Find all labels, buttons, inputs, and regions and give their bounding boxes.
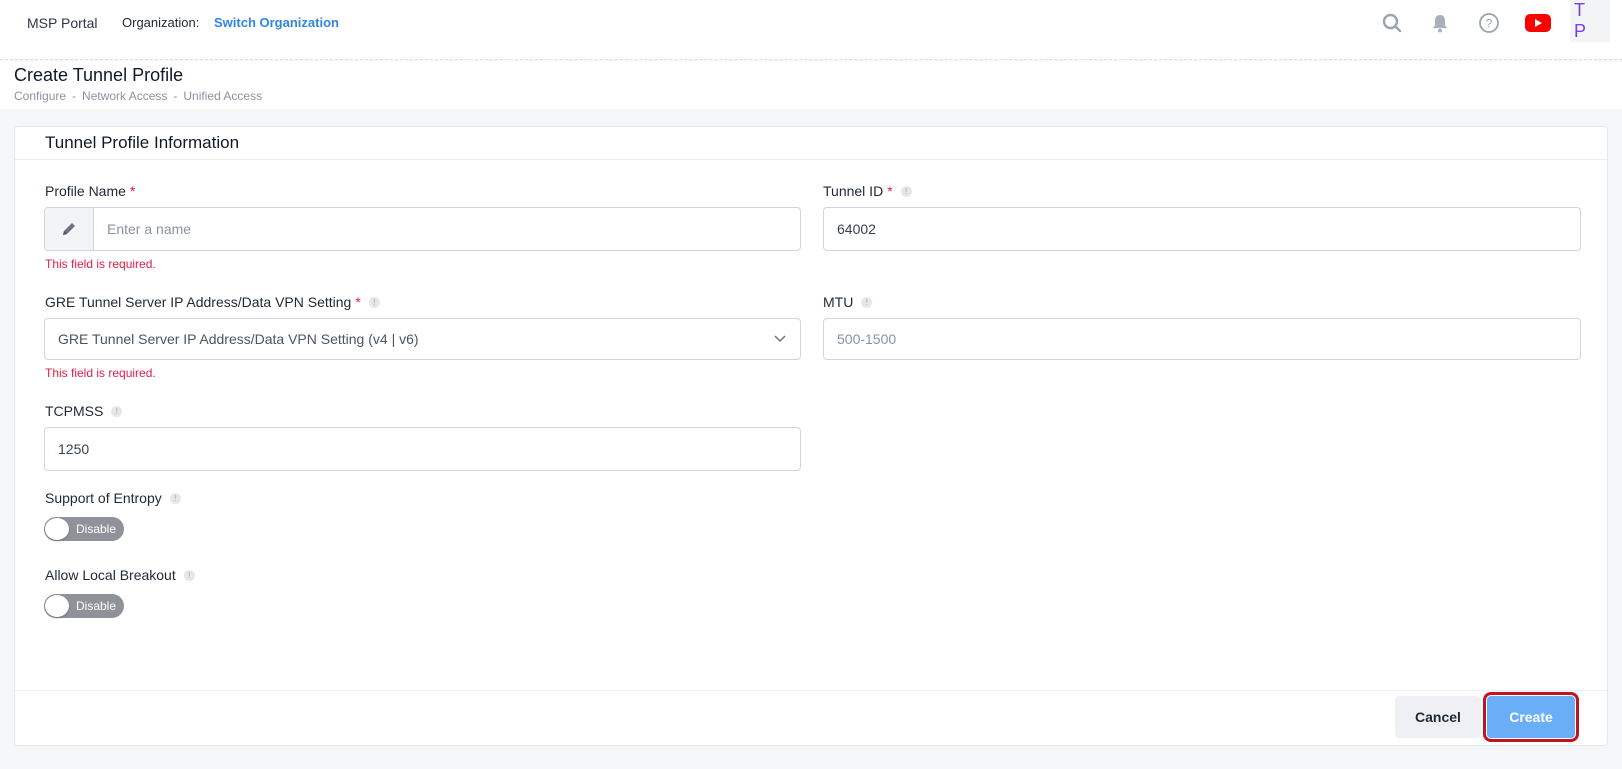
tcpmss-input[interactable] bbox=[45, 428, 800, 470]
mtu-label: MTU ! bbox=[823, 294, 873, 310]
info-icon[interactable]: ! bbox=[183, 569, 195, 581]
gre-server-label: GRE Tunnel Server IP Address/Data VPN Se… bbox=[45, 294, 380, 310]
breadcrumb-separator: - bbox=[72, 89, 77, 103]
info-icon[interactable]: ! bbox=[169, 492, 181, 504]
mtu-label-text: MTU bbox=[823, 294, 854, 310]
profile-name-error: This field is required. bbox=[45, 257, 156, 271]
breadcrumb-configure[interactable]: Configure bbox=[14, 89, 66, 103]
info-icon[interactable]: ! bbox=[368, 296, 380, 308]
card-title: Tunnel Profile Information bbox=[45, 133, 240, 152]
tunnel-id-label: Tunnel ID * ! bbox=[823, 183, 912, 199]
breadcrumb: Configure - Network Access - Unified Acc… bbox=[14, 89, 262, 103]
bell-icon[interactable] bbox=[1427, 10, 1453, 36]
page-header: Create Tunnel Profile Configure - Networ… bbox=[0, 61, 1622, 109]
tunnel-profile-card: Tunnel Profile Information Profile Name … bbox=[14, 126, 1608, 746]
breadcrumb-separator: - bbox=[173, 89, 178, 103]
info-icon[interactable]: ! bbox=[900, 185, 912, 197]
mtu-field[interactable] bbox=[823, 318, 1581, 360]
info-icon[interactable]: ! bbox=[861, 296, 873, 308]
svg-text:?: ? bbox=[1486, 17, 1493, 31]
youtube-icon[interactable] bbox=[1525, 10, 1551, 36]
breadcrumb-network-access[interactable]: Network Access bbox=[82, 89, 167, 103]
entropy-label-text: Support of Entropy bbox=[45, 490, 162, 506]
organization-label: Organization: bbox=[122, 15, 200, 30]
cancel-button[interactable]: Cancel bbox=[1395, 696, 1481, 738]
entropy-toggle[interactable]: Disable bbox=[44, 517, 124, 541]
tunnel-id-input[interactable] bbox=[824, 208, 1580, 250]
toggle-knob bbox=[45, 595, 69, 617]
tunnel-id-label-text: Tunnel ID bbox=[823, 183, 884, 199]
breadcrumb-unified-access: Unified Access bbox=[183, 89, 263, 103]
gre-server-select[interactable]: GRE Tunnel Server IP Address/Data VPN Se… bbox=[44, 318, 801, 360]
brand-name[interactable]: MSP Portal bbox=[27, 15, 98, 31]
required-mark: * bbox=[887, 183, 893, 199]
switch-organization-link[interactable]: Switch Organization bbox=[214, 15, 339, 30]
user-avatar[interactable]: T P bbox=[1570, 0, 1610, 42]
tunnel-id-field[interactable] bbox=[823, 207, 1581, 251]
entropy-label: Support of Entropy ! bbox=[45, 490, 181, 506]
profile-name-field[interactable] bbox=[44, 207, 801, 251]
local-breakout-toggle[interactable]: Disable bbox=[44, 594, 124, 618]
search-icon[interactable] bbox=[1379, 10, 1405, 36]
mtu-input[interactable] bbox=[824, 319, 1580, 359]
gre-server-error: This field is required. bbox=[45, 366, 156, 380]
toggle-knob bbox=[45, 518, 69, 540]
chevron-down-icon[interactable] bbox=[760, 335, 800, 343]
card-footer-divider bbox=[15, 690, 1607, 691]
required-mark: * bbox=[129, 183, 136, 199]
info-icon[interactable]: ! bbox=[111, 405, 123, 417]
pencil-icon bbox=[45, 208, 94, 250]
help-icon[interactable]: ? bbox=[1476, 10, 1502, 36]
tcpmss-field[interactable] bbox=[44, 427, 801, 471]
gre-server-label-text: GRE Tunnel Server IP Address/Data VPN Se… bbox=[45, 294, 352, 310]
top-bar: MSP Portal Organization: Switch Organiza… bbox=[0, 0, 1622, 60]
entropy-toggle-state: Disable bbox=[76, 522, 117, 536]
gre-server-selected-value: GRE Tunnel Server IP Address/Data VPN Se… bbox=[58, 331, 419, 347]
page-title: Create Tunnel Profile bbox=[14, 65, 184, 85]
profile-name-input[interactable] bbox=[94, 208, 800, 250]
local-breakout-label-text: Allow Local Breakout bbox=[45, 567, 176, 583]
tcpmss-label: TCPMSS ! bbox=[45, 403, 123, 419]
local-breakout-toggle-state: Disable bbox=[76, 599, 117, 613]
profile-name-label: Profile Name * bbox=[45, 183, 135, 199]
card-divider bbox=[15, 159, 1607, 160]
tcpmss-label-text: TCPMSS bbox=[45, 403, 104, 419]
required-mark: * bbox=[355, 294, 361, 310]
create-button[interactable]: Create bbox=[1483, 692, 1579, 742]
profile-name-label-text: Profile Name bbox=[45, 183, 126, 199]
local-breakout-label: Allow Local Breakout ! bbox=[45, 567, 195, 583]
